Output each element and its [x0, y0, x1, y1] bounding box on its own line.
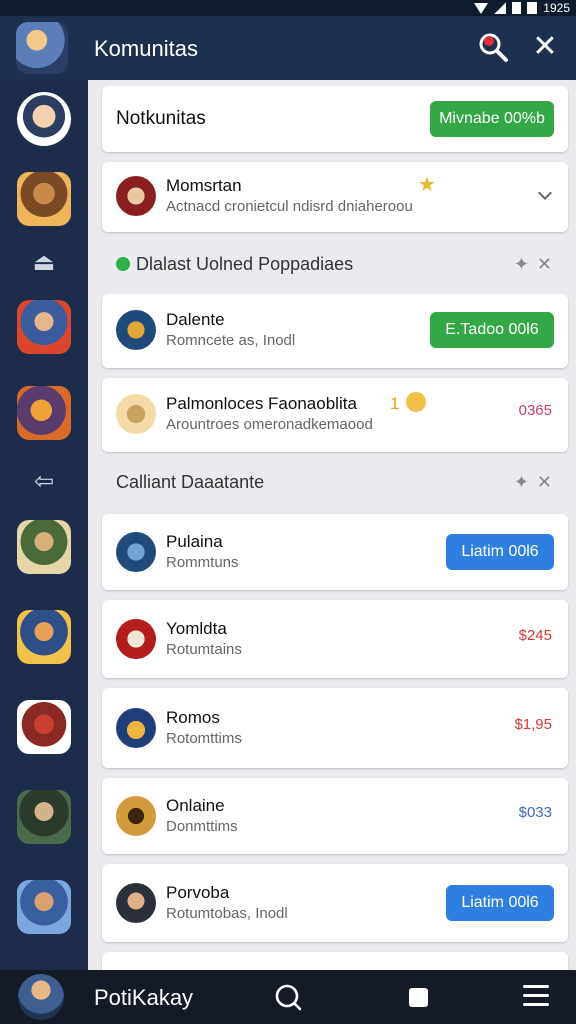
logout-icon[interactable]: ⇦	[26, 467, 62, 495]
list-item[interactable]: Porvoba Rotumtobas, Inodl Liatim 00l6	[102, 864, 568, 942]
upload-icon[interactable]: ⏏	[26, 248, 62, 276]
status-bar: 1925	[0, 0, 576, 16]
item-badge: 1	[390, 394, 400, 413]
app-bar: Komunitas ✕	[0, 16, 576, 80]
item-action-button[interactable]: Liatim 00l6	[446, 534, 554, 570]
sidebar-item-game-2[interactable]	[17, 300, 71, 354]
section-header: Dlalast Uolned Poppadiaes ✦✕	[102, 246, 568, 282]
list-item[interactable]: Romos Rotomttims $1,95	[102, 688, 568, 768]
sidebar-item-game-1[interactable]	[17, 172, 71, 226]
item-action-button[interactable]: Liatim 00l6	[446, 885, 554, 921]
sidebar-item-game-4[interactable]	[17, 520, 71, 574]
section-title: Dlalast Uolned Poppadiaes	[136, 254, 354, 274]
close-icon[interactable]: ✕	[528, 30, 562, 64]
item-price: $1,95	[514, 716, 552, 733]
chevron-down-icon[interactable]	[536, 186, 554, 204]
search-icon[interactable]	[274, 983, 302, 1011]
bottom-bar: PotiKakay	[0, 970, 576, 1024]
item-price: $033	[518, 804, 552, 821]
section-title: Calliant Daaatante	[116, 472, 265, 492]
sidebar: ⏏ ⇦	[0, 80, 88, 970]
star-icon: ★	[418, 174, 436, 196]
item-title: Pulaina	[166, 532, 223, 551]
community-list: Notkunitas Mivnabe 00%b Momsrtan ★ Actna…	[88, 80, 576, 970]
page-title: Komunitas	[94, 36, 198, 61]
sidebar-item-profile[interactable]	[17, 92, 71, 146]
menu-icon[interactable]	[523, 985, 549, 1009]
item-title: Yomldta	[166, 619, 227, 638]
header-card: Notkunitas Mivnabe 00%b	[102, 86, 568, 152]
featured-subtitle: Actnacd cronietcul ndisrd dniaheroou	[166, 198, 413, 215]
avatar	[116, 796, 156, 836]
list-item[interactable]: Dalente Romncete as, Inodl E.Tadoo 00l6	[102, 294, 568, 368]
header-action-button[interactable]: Mivnabe 00%b	[430, 101, 554, 137]
list-item[interactable]: Palmonloces Faonaoblita 1 Arountroes ome…	[102, 378, 568, 452]
avatar	[116, 619, 156, 659]
item-subtitle: Rotumtains	[166, 641, 242, 658]
search-icon[interactable]	[476, 30, 510, 64]
check-icon	[116, 257, 130, 271]
sidebar-item-game-6[interactable]	[17, 700, 71, 754]
item-title: Porvoba	[166, 883, 230, 902]
sidebar-item-game-8[interactable]	[17, 880, 71, 934]
item-subtitle: Romncete as, Inodl	[166, 332, 296, 349]
sidebar-item-game-5[interactable]	[17, 610, 71, 664]
item-action-button[interactable]: E.Tadoo 00l6	[430, 312, 554, 348]
item-title: Palmonloces Faonaoblita	[166, 394, 357, 413]
list-item[interactable]	[102, 952, 568, 970]
section-tools[interactable]: ✦✕	[514, 472, 560, 493]
section-header: Calliant Daaatante ✦✕	[102, 464, 568, 500]
item-price: 0365	[518, 402, 552, 419]
avatar	[116, 883, 156, 923]
notification-icon	[527, 2, 538, 14]
item-subtitle: Arountroes omeronadkemaood	[166, 416, 373, 433]
list-item[interactable]: Pulaina Rommtuns Liatim 00l6	[102, 514, 568, 590]
item-title: Dalente	[166, 310, 225, 329]
item-subtitle: Rotomttims	[166, 730, 242, 747]
item-subtitle: Rommtuns	[166, 554, 239, 571]
avatar	[116, 310, 156, 350]
item-subtitle: Rotumtobas, Inodl	[166, 905, 288, 922]
avatar	[116, 532, 156, 572]
emoji-icon	[406, 392, 426, 412]
featured-title: Momsrtan	[166, 176, 242, 195]
avatar	[116, 176, 156, 216]
sidebar-item-game-7[interactable]	[17, 790, 71, 844]
app-logo[interactable]	[16, 22, 68, 74]
section-tools[interactable]: ✦✕	[514, 254, 560, 275]
avatar	[116, 394, 156, 434]
sidebar-item-game-3[interactable]	[17, 386, 71, 440]
item-price: $245	[518, 627, 552, 644]
wifi-icon	[474, 2, 489, 14]
user-name: PotiKakay	[94, 985, 194, 1010]
square-icon[interactable]	[409, 988, 428, 1007]
list-item[interactable]: Onlaine Donmttims $033	[102, 778, 568, 854]
featured-card[interactable]: Momsrtan ★ Actnacd cronietcul ndisrd dni…	[102, 162, 568, 232]
item-subtitle: Donmttims	[166, 818, 238, 835]
item-title: Romos	[166, 708, 220, 727]
status-time: 1925	[543, 1, 570, 15]
list-item[interactable]: Yomldta Rotumtains $245	[102, 600, 568, 678]
avatar[interactable]	[18, 974, 64, 1020]
item-title: Onlaine	[166, 796, 225, 815]
battery-icon	[512, 2, 522, 14]
avatar	[116, 708, 156, 748]
header-card-title: Notkunitas	[116, 108, 206, 129]
signal-icon	[494, 2, 507, 14]
